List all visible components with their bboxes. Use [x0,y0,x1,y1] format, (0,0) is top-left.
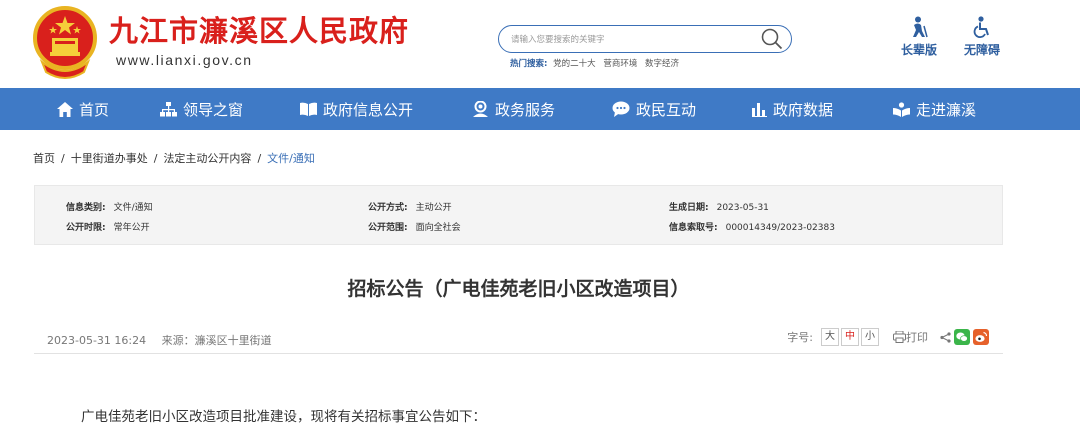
hot-keyword[interactable]: 数字经济 [645,59,679,69]
info-value: 常年公开 [113,223,150,233]
article-tools: 字号: 大 中 小 打印 [787,328,989,346]
info-category: 信息类别: 文件/通知 [66,200,153,213]
breadcrumb-item[interactable]: 法定主动公开内容 [163,152,251,165]
info-label: 公开方式: [368,203,408,213]
chat-icon [612,101,630,117]
info-label: 信息索取号: [669,223,718,233]
breadcrumb-item[interactable]: 首页 [33,152,55,165]
site-domain: www.lianxi.gov.cn [116,52,253,68]
accessibility-label: 无障碍 [964,43,1001,57]
nav-item-services[interactable]: 政务服务 [472,88,555,130]
font-size-small-button[interactable]: 小 [861,328,879,346]
info-value: 2023-05-31 [716,203,769,213]
hot-search: 热门搜索: 党的二十大 营商环境 数字经济 [510,57,684,69]
info-value: 面向全社会 [415,223,461,233]
accessibility-button[interactable]: 无障碍 [964,16,1000,58]
search-box [498,25,792,53]
nav-label: 首页 [79,100,110,119]
nav-item-gov-data[interactable]: 政府数据 [752,88,833,130]
breadcrumb-current[interactable]: 文件/通知 [267,152,315,165]
article-source: 来源：濂溪区十里街道 [161,334,272,347]
print-button[interactable]: 打印 [893,329,928,345]
breadcrumb-separator: / [61,152,65,165]
elder-mode-button[interactable]: 长辈版 [901,16,937,58]
info-label: 信息类别: [66,203,106,213]
info-panel: 信息类别: 文件/通知 公开方式: 主动公开 生成日期: 2023-05-31 公开时… [34,185,1003,245]
font-size-medium-button[interactable]: 中 [841,328,859,346]
site-header: 九江市濂溪区人民政府 www.lianxi.gov.cn 热门搜索: 党的二十大… [0,0,1080,88]
nav-item-home[interactable]: 首页 [57,88,109,130]
nav-label: 政府信息公开 [323,100,414,119]
info-label: 生成日期: [669,203,709,213]
nav-label: 政府数据 [773,100,834,119]
search-icon[interactable] [761,28,783,50]
breadcrumb-item[interactable]: 十里街道办事处 [71,152,148,165]
search-input[interactable] [511,31,751,47]
nav-item-leaders[interactable]: 领导之窗 [160,88,243,130]
info-index: 信息索取号: 000014349/2023-02383 [669,220,835,233]
site-title[interactable]: 九江市濂溪区人民政府 [109,8,409,50]
nav-label: 政务服务 [495,100,556,119]
font-size-large-button[interactable]: 大 [821,328,839,346]
article-meta: 2023-05-31 16:24 来源：濂溪区十里街道 字号: 大 中 小 打印 [34,326,1003,354]
info-label: 公开时限: [66,223,106,233]
breadcrumb-separator: / [153,152,158,165]
article-title: 招标公告（广电佳苑老旧小区改造项目） [347,278,690,300]
nav-item-gov-info[interactable]: 政府信息公开 [300,88,413,130]
elder-mode-label: 长辈版 [901,43,938,57]
nav-label: 政民互动 [636,100,697,119]
main-nav: 首页 领导之窗 政府信息公开 政务服务 政民互动 政府数据 走进濂溪 [0,88,1080,130]
publish-datetime: 2023-05-31 16:24 [47,334,147,347]
info-period: 公开时限: 常年公开 [66,220,150,233]
national-emblem-icon [33,6,97,79]
breadcrumb: 首页 / 十里街道办事处 / 法定主动公开内容 / 文件/通知 [33,150,315,166]
nav-item-interaction[interactable]: 政民互动 [612,88,696,130]
print-label: 打印 [906,331,928,344]
home-icon [57,101,73,117]
wechat-share-icon[interactable] [954,329,970,345]
nav-label: 走进濂溪 [916,100,977,119]
font-size-label: 字号: [787,331,813,344]
book-icon [300,102,317,116]
info-value: 000014349/2023-02383 [725,223,835,233]
article-meta-left: 2023-05-31 16:24 来源：濂溪区十里街道 [47,332,284,348]
article-paragraph: 广电佳苑老旧小区改造项目批准建设，现将有关招标事宜公告如下： [81,409,486,425]
share-group [940,329,989,345]
accessibility-icon [973,16,989,38]
info-value: 主动公开 [415,203,452,213]
info-scope: 公开范围: 面向全社会 [368,220,461,233]
info-date: 生成日期: 2023-05-31 [669,200,769,213]
share-icon [940,331,951,343]
info-method: 公开方式: 主动公开 [368,200,452,213]
breadcrumb-separator: / [257,152,262,165]
info-label: 公开范围: [368,223,408,233]
nav-item-about[interactable]: 走进濂溪 [893,88,976,130]
info-value: 文件/通知 [113,203,153,213]
hot-keyword[interactable]: 党的二十大 [553,59,596,69]
printer-icon [893,331,906,343]
bar-chart-icon [752,102,767,117]
book-open-icon [893,101,910,117]
hot-search-label: 热门搜索: [510,59,548,69]
nav-label: 领导之窗 [183,100,244,119]
org-chart-icon [160,101,177,116]
hot-keyword[interactable]: 营商环境 [603,59,637,69]
user-service-icon [473,101,488,117]
elder-icon [913,16,928,38]
weibo-share-icon[interactable] [973,329,989,345]
